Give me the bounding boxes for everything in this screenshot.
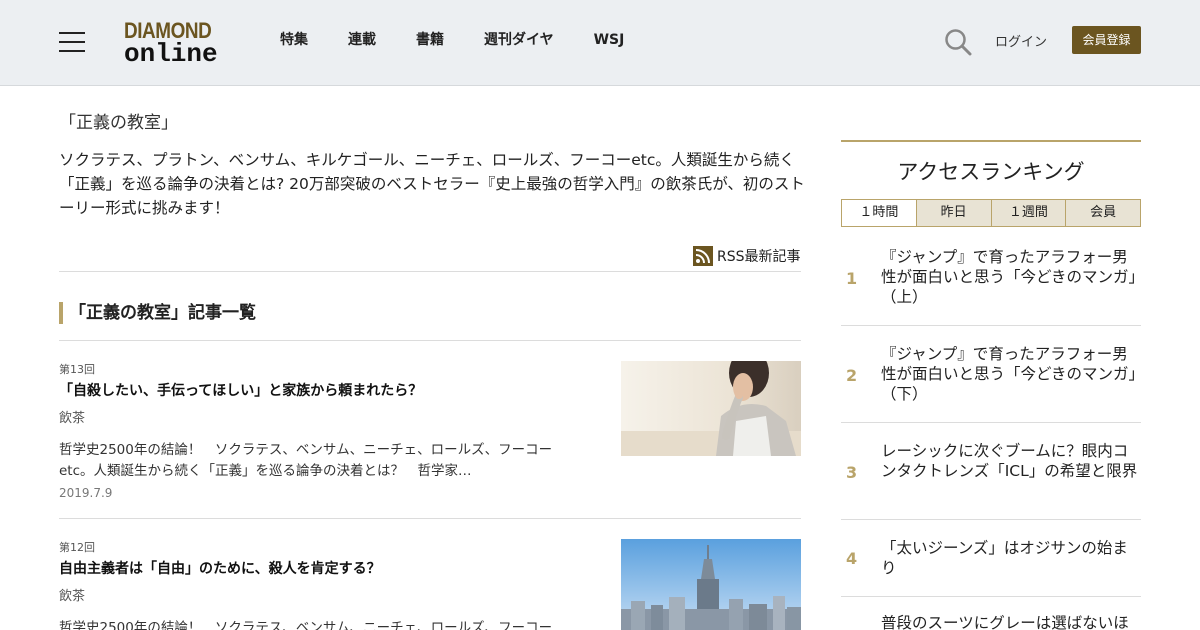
rank-title[interactable]: 『ジャンプ』で育ったアラフォー男性が面白いと思う「今どきのマンガ」（下） [881,344,1139,404]
ranking-item[interactable]: 3 レーシックに次ぐブームに？眼内コンタクトレンズ「ICL」の希望と限界 [841,423,1141,520]
rank-title[interactable]: 「太いジーンズ」はオジサンの始まり [881,538,1139,578]
global-nav: 特集 連載 書籍 週刊ダイヤ WSJ [280,31,664,49]
rank-title[interactable]: 『ジャンプ』で育ったアラフォー男性が面白いと思う「今どきのマンガ」（上） [881,247,1139,307]
rank-number: 2 [846,366,858,385]
ranking-item[interactable]: 4 「太いジーンズ」はオジサンの始まり [841,520,1141,597]
article-description: 哲学史2500年の結論！ ソクラテス、ベンサム、ニーチェ、ロールズ、フーコーet… [59,442,553,479]
article-item[interactable]: 第12回 自由主義者は「自由」のために、殺人を肯定する？ 飲茶 哲学史2500年… [59,539,801,630]
ranking-title: アクセスランキング [897,160,1085,184]
register-button[interactable]: 会員登録 [1072,26,1141,54]
article-thumbnail[interactable] [621,539,801,630]
nav-item-rensai[interactable]: 連載 [348,31,376,49]
login-link[interactable]: ログイン [995,31,1047,50]
rank-title[interactable]: 普段のスーツにグレーは選ばないほうがいい [881,613,1139,630]
rank-number: 3 [846,463,858,482]
nav-item-tokushu[interactable]: 特集 [280,31,308,49]
site-logo[interactable]: DIAMOND online [124,18,226,69]
article-description: 哲学史2500年の結論！ ソクラテス、ベンサム、ニーチェ、ロールズ、フーコーet… [59,620,553,630]
tab-members[interactable]: 会員 [1065,200,1140,226]
ranking-item[interactable]: 5 普段のスーツにグレーは選ばないほうがいい [841,597,1141,630]
rss-link[interactable]: RSS最新記事 [693,246,801,266]
rank-number: 1 [846,269,858,288]
nav-item-wsj[interactable]: WSJ [594,31,625,49]
rss-icon [693,246,713,266]
article-author[interactable]: 飲茶 [59,585,85,604]
article-list-heading: 「正義の教室」記事一覧 [59,302,256,324]
series-title: 「正義の教室」 [59,113,178,133]
article-author[interactable]: 飲茶 [59,407,85,426]
tab-1week[interactable]: １週間 [990,200,1066,226]
sidebar-top-rule [841,140,1141,142]
divider [59,271,801,272]
ranking-tabs: １時間 昨日 １週間 会員 [841,199,1141,227]
rank-number: 4 [846,549,858,568]
nav-item-shoseki[interactable]: 書籍 [416,31,444,49]
logo-diamond: DIAMOND [124,18,212,43]
logo-online: online [124,39,218,69]
tab-1hour[interactable]: １時間 [842,200,916,226]
rank-title[interactable]: レーシックに次ぐブームに？眼内コンタクトレンズ「ICL」の希望と限界 [881,441,1139,481]
search-icon[interactable] [944,28,972,56]
article-date: 2019.7.9 [59,486,113,500]
ranking-item[interactable]: 1 『ジャンプ』で育ったアラフォー男性が面白いと思う「今どきのマンガ」（上） [841,227,1141,326]
article-title[interactable]: 自由主義者は「自由」のために、殺人を肯定する？ [59,558,381,578]
divider [59,340,801,341]
divider [59,518,801,519]
article-item[interactable]: 第13回 「自殺したい、手伝ってほしい」と家族から頼まれたら？ 飲茶 哲学史25… [59,361,801,501]
site-header: DIAMOND online 特集 連載 書籍 週刊ダイヤ WSJ ログイン 会… [0,0,1200,86]
article-number: 第13回 [59,363,95,376]
article-title[interactable]: 「自殺したい、手伝ってほしい」と家族から頼まれたら？ [59,380,422,400]
ranking-item[interactable]: 2 『ジャンプ』で育ったアラフォー男性が面白いと思う「今どきのマンガ」（下） [841,326,1141,423]
tab-yesterday[interactable]: 昨日 [915,200,991,226]
nav-item-weekly-diamond[interactable]: 週刊ダイヤ [484,31,554,49]
menu-icon[interactable] [59,32,85,52]
article-thumbnail[interactable] [621,361,801,456]
rss-label: RSS最新記事 [717,249,801,265]
article-number: 第12回 [59,541,95,554]
series-description: ソクラテス、プラトン、ベンサム、キルケゴール、ニーチェ、ロールズ、フーコーetc… [59,151,805,217]
